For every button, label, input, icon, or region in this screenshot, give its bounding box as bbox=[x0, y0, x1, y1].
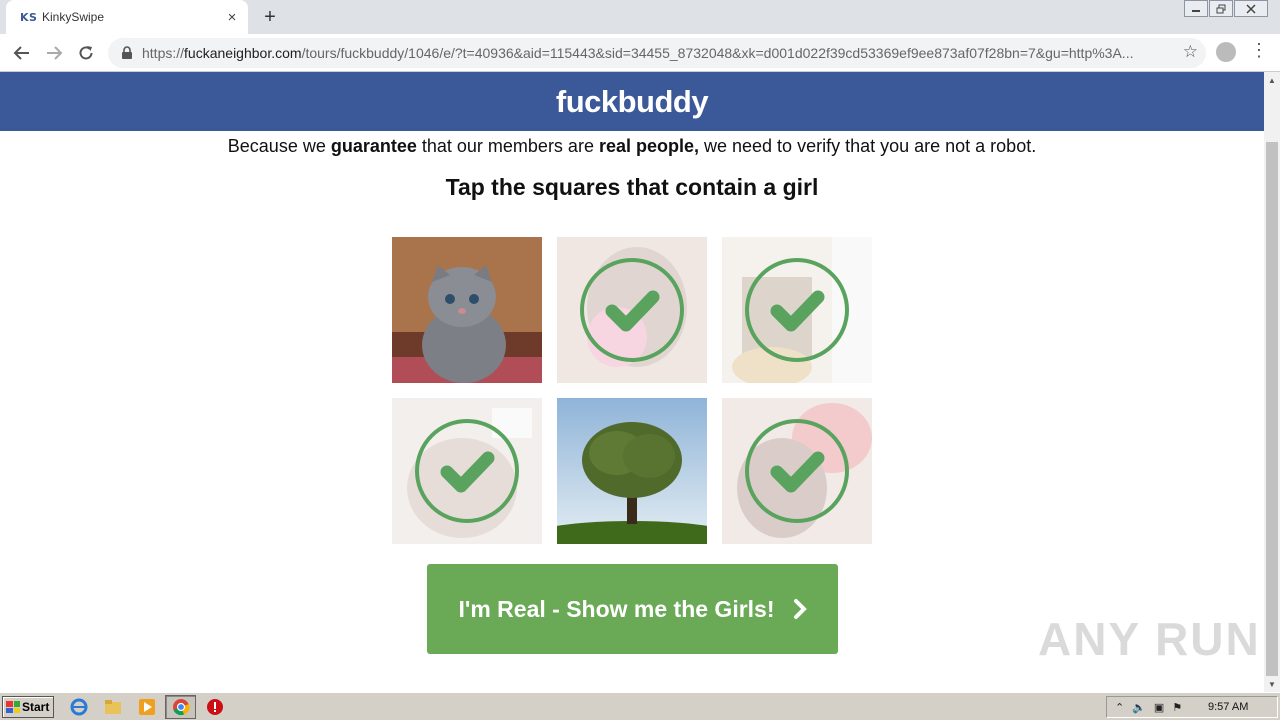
window-controls bbox=[1183, 0, 1268, 18]
scroll-down-icon[interactable]: ▼ bbox=[1264, 676, 1280, 692]
new-tab-button[interactable]: + bbox=[258, 5, 282, 29]
captcha-heading: Tap the squares that contain a girl bbox=[445, 174, 819, 200]
checkmark-icon bbox=[745, 419, 849, 523]
restore-icon bbox=[1216, 4, 1226, 13]
network-icon[interactable]: ▣ bbox=[1154, 701, 1164, 714]
forward-button[interactable] bbox=[40, 39, 68, 67]
intro-part-3: we need to verify that you are not a rob… bbox=[699, 136, 1037, 156]
menu-kebab-icon[interactable]: ⋮ bbox=[1250, 40, 1268, 61]
forward-arrow-icon bbox=[47, 46, 63, 60]
tab-strip: KS KinkySwipe × + bbox=[0, 0, 1280, 34]
window-close-button[interactable] bbox=[1234, 0, 1268, 17]
intro-bold-2: real people, bbox=[598, 136, 699, 156]
site-header: fuckbuddy bbox=[0, 72, 1264, 131]
back-button[interactable] bbox=[8, 39, 36, 67]
window-close-icon bbox=[1246, 3, 1256, 14]
chevron-right-icon bbox=[793, 599, 807, 619]
tree-image bbox=[557, 398, 707, 544]
bookmark-star-icon[interactable]: ☆ bbox=[1183, 42, 1198, 62]
captcha-tile-selected-1[interactable] bbox=[557, 237, 707, 383]
url-scheme: https:// bbox=[142, 45, 185, 61]
reload-button[interactable] bbox=[72, 39, 100, 67]
media-player-icon[interactable] bbox=[138, 698, 156, 716]
action-center-flag-icon[interactable]: ⚑ bbox=[1172, 701, 1182, 714]
captcha-tile-selected-4[interactable] bbox=[722, 398, 872, 544]
anyrun-watermark: ANY RUN bbox=[1038, 613, 1261, 665]
url-path: /tours/fuckbuddy/1046/e/?t=40936&aid=115… bbox=[301, 45, 1134, 61]
address-bar[interactable]: https://fuckaneighbor.com/tours/fuckbudd… bbox=[108, 38, 1206, 68]
profile-avatar-icon[interactable] bbox=[1216, 42, 1236, 62]
intro-part-2: that our members are bbox=[416, 136, 599, 156]
url-host: fuckaneighbor.com bbox=[184, 45, 302, 61]
tray-expand-icon[interactable]: ⌃ bbox=[1115, 701, 1124, 714]
page-viewport: fuckbuddy Because we guarantee that our … bbox=[0, 72, 1264, 692]
tab-close-icon[interactable]: × bbox=[222, 7, 242, 27]
captcha-tile-tree[interactable] bbox=[557, 398, 707, 544]
captcha-tile-kitten[interactable] bbox=[392, 237, 542, 383]
opera-icon[interactable] bbox=[206, 698, 224, 716]
checkmark-icon bbox=[580, 258, 684, 362]
windows-flag-icon bbox=[6, 701, 20, 713]
tab-favicon-icon: KS bbox=[20, 10, 38, 24]
captcha-tile-selected-3[interactable] bbox=[392, 398, 542, 544]
start-label: Start bbox=[22, 700, 50, 714]
system-tray: ⌃ 🔈 ▣ ⚑ bbox=[1106, 696, 1278, 718]
start-button[interactable]: Start bbox=[2, 696, 54, 718]
intro-bold-1: guarantee bbox=[330, 136, 417, 156]
scroll-thumb[interactable] bbox=[1266, 142, 1278, 676]
vertical-scrollbar[interactable]: ▲ ▼ bbox=[1264, 72, 1280, 692]
explorer-icon[interactable] bbox=[104, 698, 122, 716]
tab-title: KinkySwipe bbox=[42, 10, 105, 24]
checkmark-icon bbox=[745, 258, 849, 362]
back-arrow-icon bbox=[13, 46, 29, 60]
minimize-icon bbox=[1192, 9, 1200, 12]
chrome-icon[interactable] bbox=[172, 698, 190, 716]
intro-text: Because we guarantee that our members ar… bbox=[0, 136, 1264, 157]
url-text: https://fuckaneighbor.com/tours/fuckbudd… bbox=[142, 45, 1206, 61]
lock-icon bbox=[122, 46, 132, 59]
kitten-image bbox=[392, 237, 542, 383]
cta-label: I'm Real - Show me the Girls! bbox=[458, 595, 775, 622]
reload-icon bbox=[79, 46, 93, 60]
clock[interactable]: 9:57 AM bbox=[1208, 701, 1248, 713]
intro-part-1: Because we bbox=[227, 136, 331, 156]
ie-icon[interactable] bbox=[70, 698, 88, 716]
minimize-button[interactable] bbox=[1184, 0, 1208, 17]
im-real-button[interactable]: I'm Real - Show me the Girls! bbox=[427, 564, 838, 654]
browser-toolbar: https://fuckaneighbor.com/tours/fuckbudd… bbox=[0, 34, 1280, 72]
brand-logo[interactable]: fuckbuddy bbox=[556, 84, 709, 120]
volume-icon[interactable]: 🔈 bbox=[1132, 701, 1146, 714]
windows-taskbar: Start ⌃ 🔈 ▣ ⚑ 9:57 AM bbox=[0, 692, 1280, 720]
restore-button[interactable] bbox=[1209, 0, 1233, 17]
browser-tab[interactable]: KS KinkySwipe × bbox=[6, 0, 248, 34]
checkmark-icon bbox=[415, 419, 519, 523]
captcha-tile-selected-2[interactable] bbox=[722, 237, 872, 383]
scroll-up-icon[interactable]: ▲ bbox=[1264, 72, 1280, 88]
